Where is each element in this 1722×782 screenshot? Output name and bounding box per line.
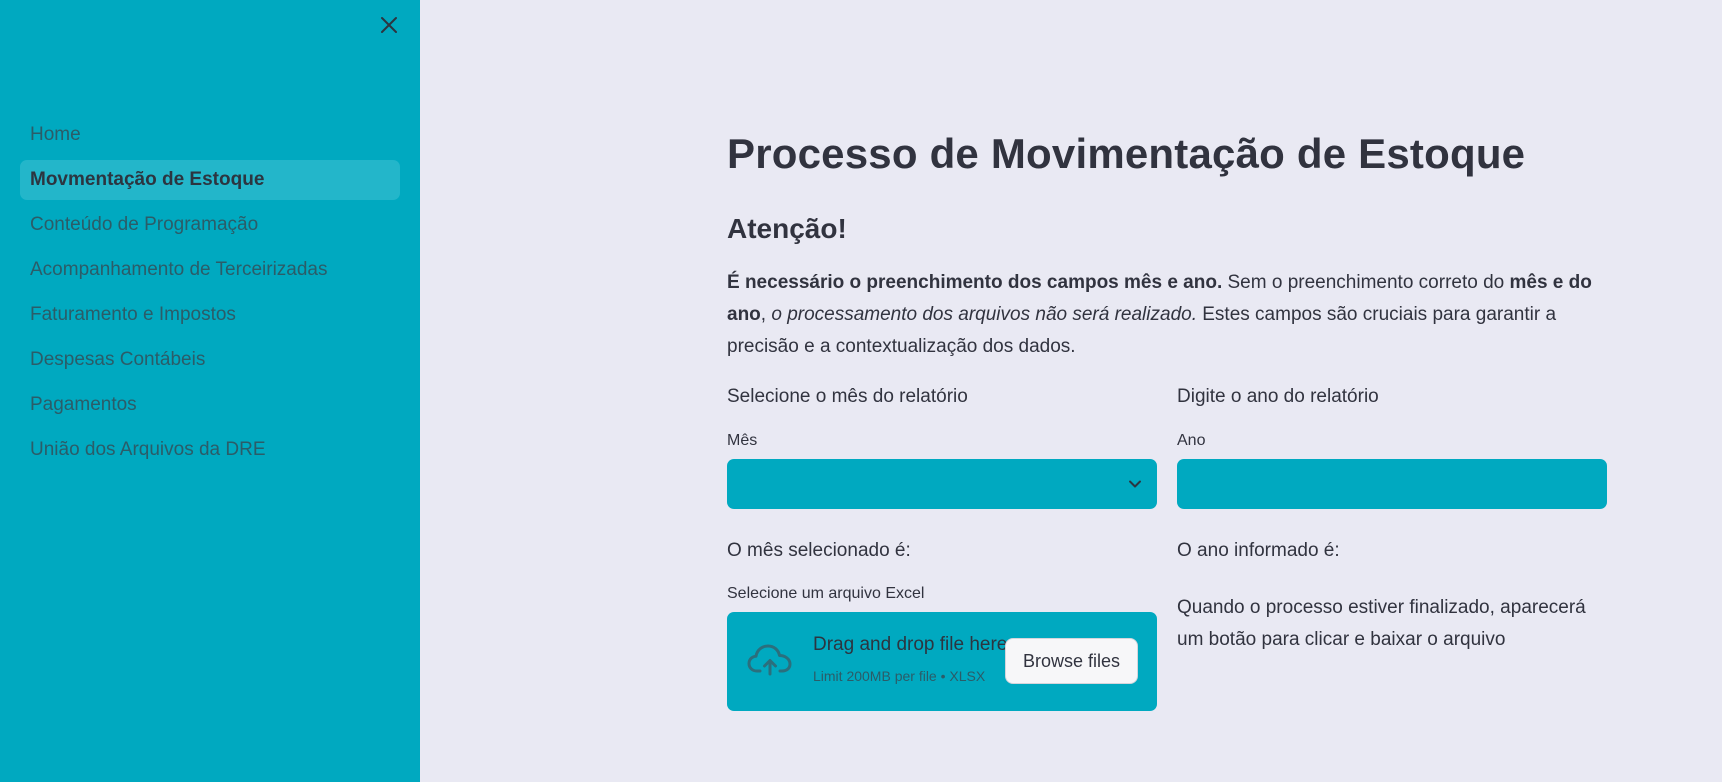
- month-column: Selecione o mês do relatório Mês O mês s…: [727, 381, 1157, 711]
- sidebar-item-movimentacao-estoque[interactable]: Movmentação de Estoque: [20, 160, 400, 200]
- download-info-text: Quando o processo estiver finalizado, ap…: [1177, 597, 1586, 650]
- instructions-italic: o processamento dos arquivos não será re…: [771, 304, 1197, 325]
- year-heading: Digite o ano do relatório: [1177, 386, 1379, 407]
- upload-label: Selecione um arquivo Excel: [727, 585, 925, 602]
- sidebar-item-faturamento-impostos[interactable]: Faturamento e Impostos: [20, 295, 400, 335]
- sidebar-item-uniao-arquivos-dre[interactable]: União dos Arquivos da DRE: [20, 430, 400, 470]
- year-column: Digite o ano do relatório Ano O ano info…: [1177, 381, 1607, 711]
- instructions-text-1: Sem o preenchimento correto do: [1222, 272, 1510, 293]
- section-title: Atenção!: [727, 213, 847, 244]
- sidebar-item-conteudo-programacao[interactable]: Conteúdo de Programação: [20, 205, 400, 245]
- sidebar-item-acompanhamento-terceirizadas[interactable]: Acompanhamento de Terceirizadas: [20, 250, 400, 290]
- dropzone-limit: Limit 200MB per file • XLSX: [813, 668, 986, 684]
- instructions-bold-1: É necessário o preenchimento dos campos …: [727, 272, 1223, 293]
- month-field-label: Mês: [727, 432, 758, 449]
- informed-year-text: O ano informado é:: [1177, 540, 1340, 561]
- app: Home Movmentação de Estoque Conteúdo de …: [0, 0, 1722, 782]
- file-dropzone[interactable]: Drag and drop file here Limit 200MB per …: [727, 612, 1157, 711]
- page-title: Processo de Movimentação de Estoque: [727, 130, 1526, 177]
- close-sidebar-button[interactable]: [376, 12, 402, 38]
- main-area: Processo de Movimentação de Estoque Aten…: [420, 0, 1722, 782]
- sidebar-item-home[interactable]: Home: [20, 115, 400, 155]
- sidebar-nav: Home Movmentação de Estoque Conteúdo de …: [20, 115, 400, 475]
- chevron-down-icon: [1127, 476, 1143, 492]
- month-select[interactable]: [727, 459, 1157, 509]
- dropzone-title: Drag and drop file here: [813, 634, 1008, 655]
- sidebar: Home Movmentação de Estoque Conteúdo de …: [0, 0, 420, 782]
- instructions-text-2: ,: [760, 304, 772, 325]
- sidebar-item-pagamentos[interactable]: Pagamentos: [20, 385, 400, 425]
- selected-month-text: O mês selecionado é:: [727, 540, 911, 561]
- instructions-paragraph: É necessário o preenchimento dos campos …: [727, 267, 1607, 363]
- form-columns: Selecione o mês do relatório Mês O mês s…: [727, 381, 1607, 711]
- browse-files-button[interactable]: Browse files: [1005, 638, 1138, 684]
- sidebar-item-despesas-contabeis[interactable]: Despesas Contábeis: [20, 340, 400, 380]
- year-input[interactable]: [1177, 459, 1607, 509]
- year-field-label: Ano: [1177, 432, 1206, 449]
- main-content: Processo de Movimentação de Estoque Aten…: [727, 130, 1607, 711]
- cloud-upload-icon: [747, 640, 793, 680]
- month-heading: Selecione o mês do relatório: [727, 386, 968, 407]
- close-icon: [381, 17, 397, 33]
